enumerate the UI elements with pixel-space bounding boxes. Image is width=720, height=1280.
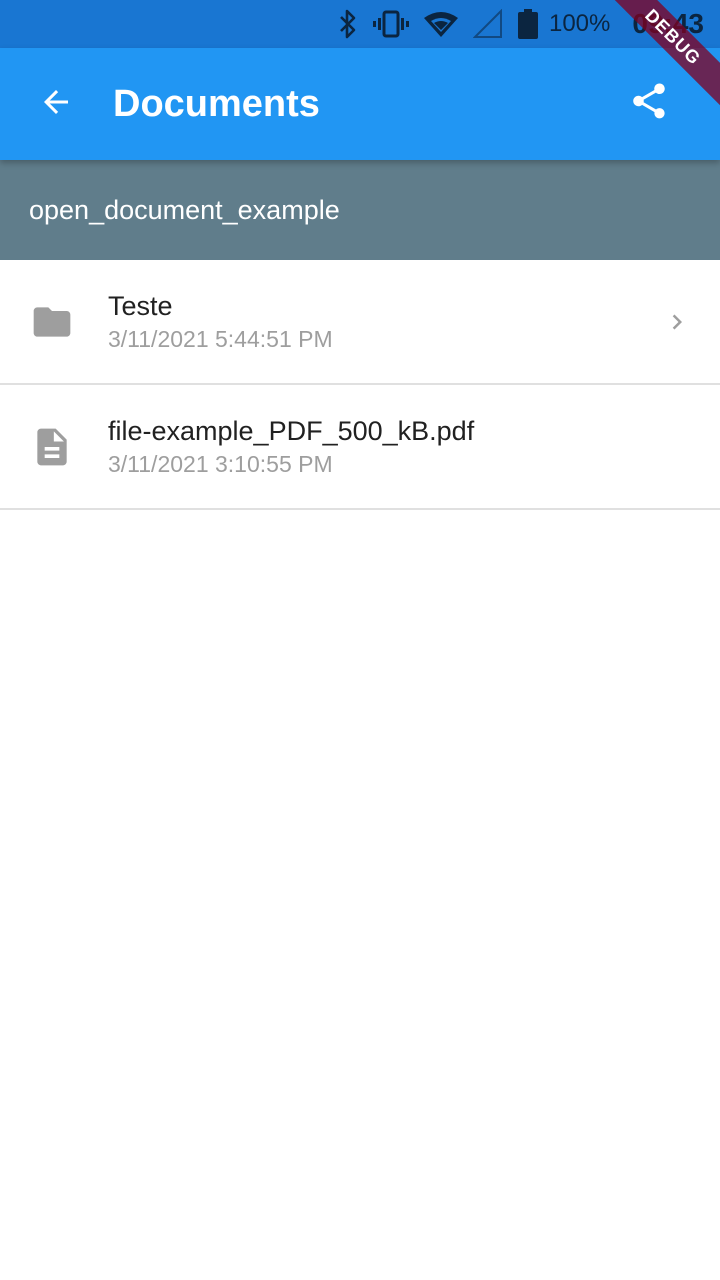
list-item-file[interactable]: file-example_PDF_500_kB.pdf 3/11/2021 3:… xyxy=(0,385,720,510)
item-date: 3/11/2021 3:10:55 PM xyxy=(108,451,333,477)
file-list: Teste 3/11/2021 5:44:51 PM file-example_… xyxy=(0,260,720,510)
document-icon xyxy=(30,425,74,469)
vibrate-icon xyxy=(372,10,409,38)
cell-signal-icon xyxy=(472,9,503,39)
bluetooth-icon xyxy=(337,9,359,39)
current-path: open_document_example xyxy=(29,194,340,225)
item-name: file-example_PDF_500_kB.pdf xyxy=(108,416,475,446)
item-name: Teste xyxy=(108,291,173,321)
page-title: Documents xyxy=(113,83,320,125)
folder-icon xyxy=(30,300,74,344)
back-button[interactable] xyxy=(36,84,76,124)
chevron-right-icon xyxy=(662,304,692,340)
breadcrumb: open_document_example xyxy=(0,160,720,260)
app-bar: Documents xyxy=(0,48,720,160)
battery-icon xyxy=(517,9,539,39)
item-date: 3/11/2021 5:44:51 PM xyxy=(108,326,333,352)
battery-percentage: 100% xyxy=(548,10,611,37)
status-bar: 100% 09:43 xyxy=(0,0,720,48)
list-item-folder[interactable]: Teste 3/11/2021 5:44:51 PM xyxy=(0,260,720,385)
share-button[interactable] xyxy=(626,80,672,126)
arrow-back-icon xyxy=(38,84,74,125)
share-icon xyxy=(628,80,670,127)
wifi-icon xyxy=(423,10,459,38)
